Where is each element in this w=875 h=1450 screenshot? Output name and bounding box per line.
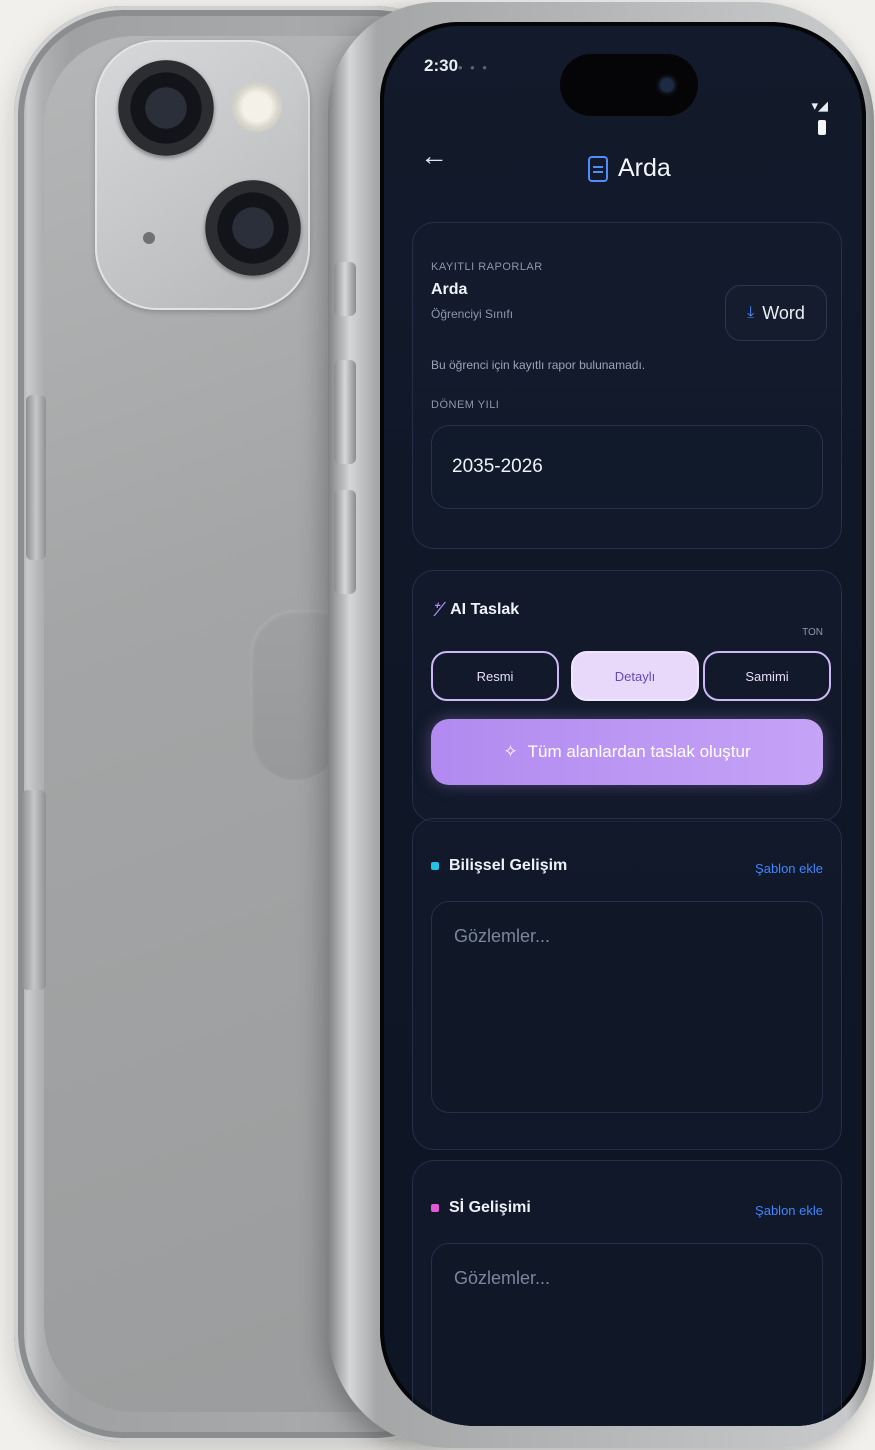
action-button	[334, 262, 356, 316]
page-header: Arda	[588, 154, 671, 183]
magic-wand-icon: ᐩ⁄	[431, 599, 443, 621]
observations-box	[431, 901, 823, 1113]
ai-draft-header: ᐩ⁄ AI Taslak	[431, 597, 519, 622]
generate-draft-button[interactable]: ✧ Tüm alanlardan taslak oluştur	[431, 719, 823, 785]
add-template-link[interactable]: Şablon ekle	[755, 861, 823, 876]
tone-chip-label: Detaylı	[614, 668, 656, 684]
year-value: 2035-2026	[452, 456, 543, 477]
status-time: 2:30	[424, 56, 459, 75]
tone-chip-formal[interactable]: Resmi	[431, 651, 559, 701]
download-icon: ⤓	[747, 304, 755, 321]
word-export-button[interactable]: ⤓ Word	[725, 285, 827, 341]
observations-box	[431, 1243, 823, 1426]
back-arrow-icon[interactable]: ←	[420, 140, 448, 172]
ai-draft-card: ᐩ⁄ AI Taslak TON Resmi Detaylı Samimi ✧ …	[412, 570, 842, 822]
student-name: Arda	[431, 281, 468, 298]
microphone-hole	[143, 232, 155, 244]
observations-input[interactable]	[452, 924, 806, 1094]
front-camera-icon	[656, 74, 678, 96]
status-dots: • • •	[458, 60, 489, 75]
sparkle-icon: ✧	[503, 742, 518, 761]
tone-chip-friendly[interactable]: Samimi	[703, 651, 831, 701]
tone-label: TON	[802, 627, 823, 638]
volume-up-button	[334, 360, 356, 464]
word-button-label: Word	[762, 302, 805, 323]
side-button	[26, 395, 46, 560]
camera-lens-icon	[118, 60, 214, 156]
flash-icon	[232, 82, 282, 132]
apple-logo-icon	[250, 610, 340, 780]
side-button	[22, 790, 46, 990]
signal-icon: ▾◢	[811, 98, 828, 113]
section-header: Bilişsel Gelişim	[431, 857, 567, 875]
section-color-dot	[431, 862, 439, 870]
section-title: Sİ Gelişimi	[449, 1199, 531, 1216]
section-title: Bilişsel Gelişim	[449, 857, 568, 874]
section-color-dot	[431, 1204, 439, 1212]
year-select[interactable]: 2035-2026	[431, 425, 823, 509]
tone-chip-detailed[interactable]: Detaylı	[571, 651, 699, 701]
section-card: Bilişsel Gelişim Şablon ekle	[412, 818, 842, 1150]
page-title: Arda	[618, 154, 671, 182]
year-label: DÖNEM YILI	[431, 399, 500, 411]
report-card: KAYITLI RAPORLAR Arda Öğrenciyi Sınıfı ⤓…	[412, 222, 842, 549]
document-icon	[588, 155, 608, 182]
report-description: Bu öğrenci için kayıtlı rapor bulunamadı…	[431, 358, 646, 372]
report-kicker: KAYITLI RAPORLAR	[431, 261, 543, 273]
tone-chip-label: Samimi	[745, 668, 789, 684]
observations-input[interactable]	[452, 1266, 806, 1426]
battery-icon	[818, 120, 826, 135]
volume-down-button	[334, 490, 356, 594]
tone-chip-label: Resmi	[476, 668, 514, 684]
dynamic-island	[560, 54, 698, 116]
section-card: Sİ Gelişimi Şablon ekle	[412, 1160, 842, 1426]
section-header: Sİ Gelişimi	[431, 1199, 531, 1217]
ai-draft-title: AI Taslak	[450, 600, 520, 618]
camera-lens-icon	[205, 180, 301, 276]
generate-draft-label: Tüm alanlardan taslak oluştur	[527, 742, 751, 761]
add-template-link[interactable]: Şablon ekle	[755, 1203, 823, 1218]
student-subtitle: Öğrenciyi Sınıfı	[431, 307, 514, 321]
app-screen: 2:30 • • • ▾◢ ← Arda KAYITLI RAPORLAR Ar…	[380, 22, 866, 1426]
